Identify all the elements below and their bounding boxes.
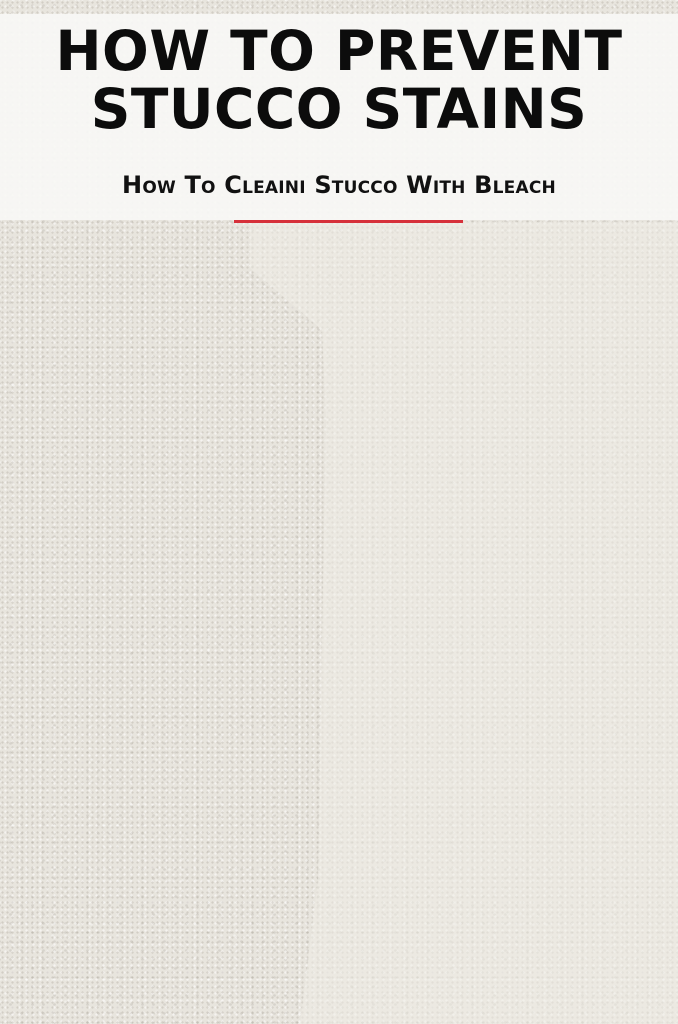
title-line-1: HOW TO PREVENT (55, 19, 623, 83)
title-line-2: STUCCO STAINS (90, 77, 588, 141)
page-title: HOW TO PREVENT STUCCO STAINS (0, 22, 678, 138)
pin-image: HOW TO PREVENT STUCCO STAINS How To Clea… (0, 0, 678, 1024)
accent-underline (234, 220, 463, 223)
subtitle: How To Cleaini Stucco With Bleach (122, 171, 556, 199)
